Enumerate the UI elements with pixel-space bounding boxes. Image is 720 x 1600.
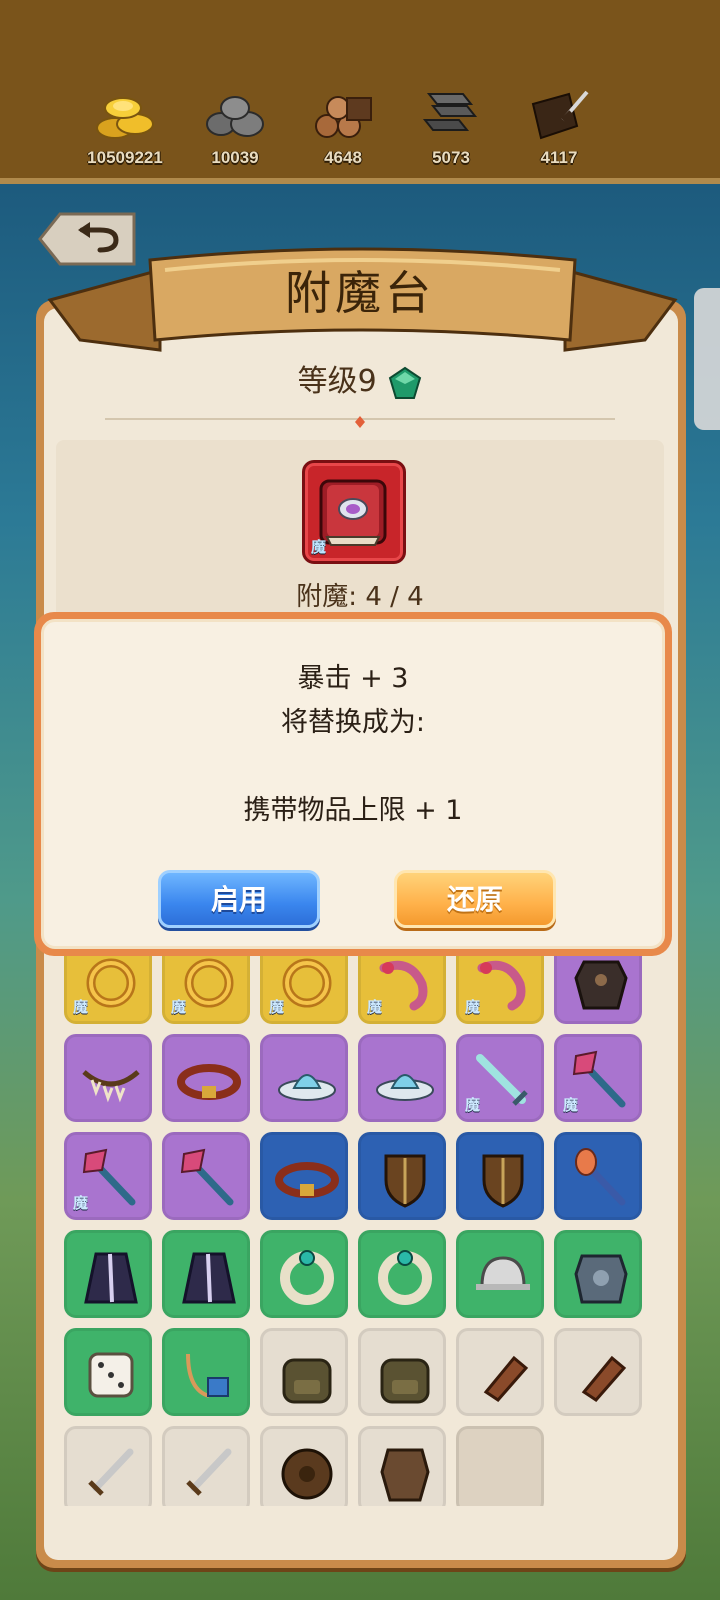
enchant-count: 附魔: 4 / 4	[296, 582, 424, 612]
new-enchant: 携带物品上限 + 1	[243, 795, 463, 826]
resource-stone: 10039	[180, 86, 290, 176]
level-label: 等级9	[297, 364, 377, 399]
inventory-slot[interactable]	[358, 1328, 446, 1416]
inventory-slot[interactable]	[162, 1426, 250, 1506]
inventory-slot[interactable]	[260, 1328, 348, 1416]
inventory-slot[interactable]	[260, 1034, 348, 1122]
wood-icon	[315, 96, 372, 138]
inventory-slot[interactable]	[162, 1034, 250, 1122]
selected-item[interactable]: 魔	[302, 460, 406, 564]
resource-stone-value: 10039	[211, 148, 259, 167]
inventory-slot[interactable]	[456, 1328, 544, 1416]
inventory-slot[interactable]	[358, 1230, 446, 1318]
dice-icon	[88, 1352, 134, 1398]
divider	[105, 416, 615, 428]
resource-bar: 10509221 10039 4648 5073 4117	[0, 0, 720, 184]
emerald-gem-icon	[389, 366, 422, 399]
fire-staff-icon	[575, 1148, 626, 1206]
wooden-shield-icon	[384, 1154, 426, 1208]
inventory-slot[interactable]: 魔	[64, 1132, 152, 1220]
page-title: 附魔台	[285, 266, 435, 320]
inventory-slot-empty[interactable]	[456, 1426, 544, 1506]
inventory-slot[interactable]	[260, 1230, 348, 1318]
apply-button[interactable]: 启用	[158, 870, 320, 928]
resource-gold-value: 10509221	[87, 148, 163, 167]
enchant-badge: 魔	[171, 998, 187, 1016]
cloak-icon	[84, 1252, 138, 1304]
replace-prompt: 将替换成为:	[280, 707, 426, 738]
resource-iron-value: 5073	[432, 148, 470, 167]
enchant-badge: 魔	[465, 998, 481, 1016]
revert-button[interactable]: 还原	[394, 870, 556, 928]
backpack-icon	[380, 1358, 430, 1404]
inventory-slot[interactable]	[64, 1034, 152, 1122]
inventory-slot[interactable]	[456, 1132, 544, 1220]
resource-leather: 4117	[504, 86, 614, 176]
gold-coins-icon	[96, 97, 154, 139]
amulet-icon	[186, 1353, 229, 1398]
enchant-badge: 魔	[367, 998, 383, 1016]
inventory-slot[interactable]	[456, 1230, 544, 1318]
stone-icon	[206, 96, 264, 137]
leather-icon	[531, 90, 589, 140]
cloak-icon	[182, 1252, 236, 1304]
round-shield-icon	[281, 1448, 333, 1500]
inventory-slot[interactable]	[64, 1328, 152, 1416]
enchant-badge: 魔	[269, 998, 285, 1016]
belt-icon	[177, 1064, 241, 1100]
inventory-slot[interactable]	[64, 1230, 152, 1318]
inventory-slot[interactable]: 魔	[554, 1034, 642, 1122]
current-enchant: 暴击 + 3	[297, 663, 409, 694]
wooden-shield-icon	[482, 1154, 524, 1208]
side-scroll-tab[interactable]	[694, 288, 720, 430]
short-sword-icon	[88, 1448, 134, 1496]
inventory-slot[interactable]	[260, 1132, 348, 1220]
inventory-slot[interactable]	[162, 1132, 250, 1220]
inventory-slot[interactable]	[64, 1426, 152, 1506]
resource-leather-value: 4117	[540, 148, 578, 167]
inventory-slot[interactable]	[554, 1230, 642, 1318]
crystal-staff-icon	[180, 1148, 234, 1206]
inventory-slot[interactable]	[260, 1426, 348, 1506]
resource-wood: 4648	[288, 86, 398, 176]
leather-glove-icon	[483, 1355, 529, 1402]
leather-armor-icon	[380, 1448, 430, 1502]
resource-iron: 5073	[396, 86, 506, 176]
resource-gold: 10509221	[70, 86, 180, 176]
backpack-icon	[282, 1358, 332, 1404]
enchant-replace-dialog: 暴击 + 3 将替换成为: 携带物品上限 + 1 启用 还原	[34, 612, 672, 956]
short-sword-icon	[186, 1448, 232, 1496]
enchant-badge: 魔	[465, 1096, 481, 1114]
inventory-slot[interactable]	[358, 1426, 446, 1506]
enchant-level: 等级9	[200, 362, 520, 402]
leather-glove-icon	[581, 1355, 627, 1402]
inventory-grid: 魔魔魔魔魔魔魔魔	[64, 936, 648, 1506]
enchant-badge: 魔	[311, 538, 327, 556]
inventory-slot[interactable]	[358, 1034, 446, 1122]
enchant-badge: 魔	[73, 998, 89, 1016]
crystal-hat-icon	[376, 1074, 434, 1101]
tooth-necklace-icon	[82, 1070, 140, 1103]
dark-armor-icon	[574, 960, 628, 1010]
inventory-slot[interactable]	[358, 1132, 446, 1220]
inventory-slot[interactable]	[162, 1230, 250, 1318]
chain-armor-icon	[574, 1254, 628, 1304]
enchant-badge: 魔	[73, 1194, 89, 1212]
helmet-icon	[476, 1256, 530, 1290]
bracelet-icon	[378, 1250, 432, 1305]
inventory-slot[interactable]: 魔	[456, 1034, 544, 1122]
iron-ingot-icon	[422, 93, 478, 131]
crystal-hat-icon	[278, 1074, 336, 1101]
bracelet-icon	[280, 1250, 334, 1305]
inventory-slot[interactable]	[554, 1328, 642, 1416]
resource-wood-value: 4648	[324, 148, 362, 167]
belt-icon	[275, 1162, 339, 1198]
inventory-slot[interactable]	[162, 1328, 250, 1416]
inventory-slot[interactable]	[554, 1132, 642, 1220]
enchant-badge: 魔	[563, 1096, 579, 1114]
